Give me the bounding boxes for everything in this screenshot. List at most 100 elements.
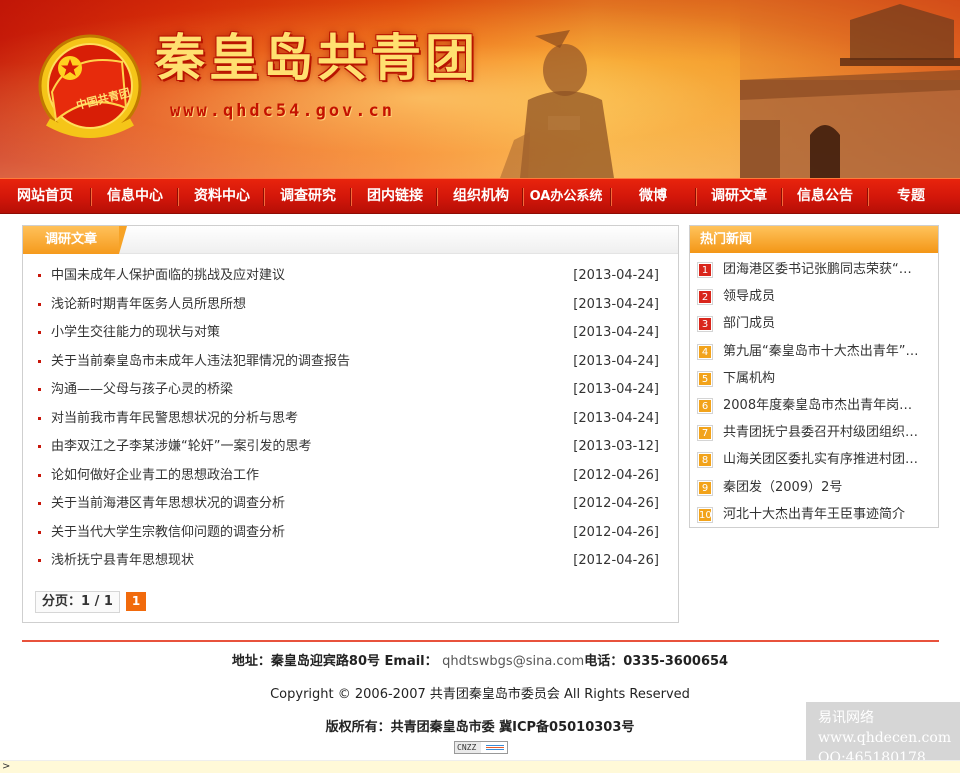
nav-separator bbox=[263, 188, 265, 206]
article-date: [2013-04-24] bbox=[573, 296, 659, 312]
status-bar: > bbox=[0, 760, 960, 773]
pagination-value: 1 / 1 bbox=[81, 594, 113, 609]
article-date: [2012-04-26] bbox=[573, 467, 659, 483]
article-title-link[interactable]: 关于当代大学生宗教信仰问题的调查分析 bbox=[51, 519, 285, 548]
cnzz-counter-badge[interactable]: CNZZ bbox=[454, 741, 508, 754]
article-list-item[interactable]: 关于当代大学生宗教信仰问题的调查分析 [2012-04-26] bbox=[23, 519, 678, 548]
hot-news-link[interactable]: 山海关团区委扎实有序推进村团组织 bbox=[723, 446, 923, 473]
hot-news-item[interactable]: 7 共青团抚宁县委召开村级团组织建设 bbox=[690, 419, 938, 446]
article-date: [2013-04-24] bbox=[573, 410, 659, 426]
rank-badge: 10 bbox=[697, 506, 713, 523]
hot-news-link[interactable]: 共青团抚宁县委召开村级团组织建设 bbox=[723, 419, 923, 446]
rank-badge: 6 bbox=[697, 397, 713, 414]
article-list-item[interactable]: 关于当前海港区青年思想状况的调查分析 [2012-04-26] bbox=[23, 490, 678, 519]
article-list-item[interactable]: 由李双江之子李某涉嫌“轮奸”一案引发的思考 [2013-03-12] bbox=[23, 433, 678, 462]
nav-item-survey-research[interactable]: 调查研究 bbox=[266, 179, 350, 214]
article-list-item[interactable]: 小学生交往能力的现状与对策 [2013-04-24] bbox=[23, 319, 678, 348]
nav-item-resources[interactable]: 资料中心 bbox=[180, 179, 264, 214]
article-title-link[interactable]: 由李双江之子李某涉嫌“轮奸”一案引发的思考 bbox=[51, 433, 311, 462]
article-date: [2013-04-24] bbox=[573, 353, 659, 369]
article-list-item[interactable]: 中国未成年人保护面临的挑战及应对建议 [2013-04-24] bbox=[23, 262, 678, 291]
statue-image bbox=[500, 30, 614, 178]
hot-news-item[interactable]: 3 部门成员 bbox=[690, 310, 938, 337]
nav-separator bbox=[781, 188, 783, 206]
article-date: [2013-04-24] bbox=[573, 382, 659, 397]
bullet-icon bbox=[38, 331, 41, 334]
article-date: [2012-04-26] bbox=[573, 524, 659, 540]
cnzz-badge-text: CNZZ bbox=[457, 743, 477, 752]
article-title-link[interactable]: 论如何做好企业青工的思想政治工作 bbox=[51, 462, 259, 491]
hot-news-link[interactable]: 河北十大杰出青年王臣事迹简介 bbox=[723, 501, 923, 528]
nav-item-announcements[interactable]: 信息公告 bbox=[784, 179, 866, 214]
article-title-link[interactable]: 关于当前秦皇岛市未成年人违法犯罪情况的调查报告 bbox=[51, 348, 350, 377]
bullet-icon bbox=[38, 274, 41, 277]
youth-league-emblem-icon: 中国共青团 bbox=[38, 34, 142, 138]
nav-item-home[interactable]: 网站首页 bbox=[4, 179, 86, 214]
nav-item-league-links[interactable]: 团内链接 bbox=[353, 179, 437, 214]
article-list-item[interactable]: 浅论新时期青年医务人员所思所想 [2013-04-24] bbox=[23, 291, 678, 320]
article-list-item[interactable]: 浅析抚宁县青年思想现状 [2012-04-26] bbox=[23, 547, 678, 576]
article-date: [2012-04-26] bbox=[573, 553, 659, 568]
hot-news-item[interactable]: 5 下属机构 bbox=[690, 365, 938, 392]
article-title-link[interactable]: 浅析抚宁县青年思想现状 bbox=[51, 547, 194, 576]
hot-news-item[interactable]: 8 山海关团区委扎实有序推进村团组织 bbox=[690, 446, 938, 473]
article-list-item[interactable]: 对当前我市青年民警思想状况的分析与思考 [2013-04-24] bbox=[23, 405, 678, 434]
hot-news-link[interactable]: 团海港区委书记张鹏同志荣获“全国优秀共青团干部”称号 bbox=[723, 256, 923, 283]
hot-news-panel: 热门新闻 1 团海港区委书记张鹏同志荣获“全国优秀共青团干部”称号 2 领导成员 3 部门… bbox=[689, 225, 939, 528]
watermark: 易讯网络 www.qhdecen.com QQ:465180178 bbox=[806, 702, 960, 767]
nav-item-weibo[interactable]: 微博 bbox=[612, 179, 694, 214]
hot-news-link[interactable]: 秦团发（2009）2号 bbox=[723, 474, 923, 501]
page-number-button[interactable]: 1 bbox=[126, 592, 146, 611]
article-list-panel: 调研文章 中国未成年人保护面临的挑战及应对建议 [2013-04-24] 浅论新时期… bbox=[22, 225, 679, 623]
panel-header: 调研文章 bbox=[23, 226, 678, 254]
article-date: [2012-04-26] bbox=[573, 496, 659, 511]
bullet-icon bbox=[38, 502, 41, 505]
article-title-link[interactable]: 中国未成年人保护面临的挑战及应对建议 bbox=[51, 262, 285, 291]
nav-separator bbox=[90, 188, 92, 206]
site-title: 秦皇岛共青团 bbox=[155, 28, 479, 87]
article-list-item[interactable]: 关于当前秦皇岛市未成年人违法犯罪情况的调查报告 [2013-04-24] bbox=[23, 348, 678, 377]
footer-email[interactable]: qhdtswbgs@sina.com bbox=[442, 654, 584, 669]
hot-news-list: 1 团海港区委书记张鹏同志荣获“全国优秀共青团干部”称号 2 领导成员 3 部门成员 4 第九… bbox=[690, 256, 938, 528]
nav-item-info-center[interactable]: 信息中心 bbox=[93, 179, 177, 214]
watermark-line-2: www.qhdecen.com bbox=[818, 730, 952, 746]
bullet-icon bbox=[38, 302, 41, 306]
hot-news-link[interactable]: 2008年度秦皇岛市杰出青年岗位能手 bbox=[723, 392, 923, 419]
footer-divider bbox=[22, 640, 939, 642]
nav-separator bbox=[695, 188, 697, 206]
hot-news-link[interactable]: 下属机构 bbox=[723, 365, 923, 392]
hot-news-item[interactable]: 1 团海港区委书记张鹏同志荣获“全国优秀共青团干部”称号 bbox=[690, 256, 938, 283]
bullet-icon bbox=[38, 559, 41, 562]
bullet-icon bbox=[38, 445, 41, 448]
hot-news-item[interactable]: 10 河北十大杰出青年王臣事迹简介 bbox=[690, 501, 938, 528]
article-list-item[interactable]: 沟通——父母与孩子心灵的桥梁 [2013-04-24] bbox=[23, 376, 678, 405]
bullet-icon bbox=[38, 388, 41, 391]
article-date: [2013-04-24] bbox=[573, 325, 659, 340]
great-wall-image bbox=[740, 0, 960, 178]
article-title-link[interactable]: 小学生交往能力的现状与对策 bbox=[51, 319, 220, 348]
article-title-link[interactable]: 关于当前海港区青年思想状况的调查分析 bbox=[51, 490, 285, 519]
nav-item-special-topics[interactable]: 专题 bbox=[870, 179, 952, 214]
hot-news-link[interactable]: 部门成员 bbox=[723, 310, 923, 337]
nav-item-oa-system[interactable]: OA办公系统 bbox=[522, 179, 610, 214]
article-list: 中国未成年人保护面临的挑战及应对建议 [2013-04-24] 浅论新时期青年医务人… bbox=[23, 262, 678, 576]
footer-copyright: Copyright © 2006-2007 共青团秦皇岛市委员会 All Rig… bbox=[270, 687, 690, 702]
article-title-link[interactable]: 浅论新时期青年医务人员所思所想 bbox=[51, 291, 246, 320]
hot-news-item[interactable]: 2 领导成员 bbox=[690, 283, 938, 310]
article-date: [2013-04-24] bbox=[573, 268, 659, 283]
hot-news-item[interactable]: 6 2008年度秦皇岛市杰出青年岗位能手 bbox=[690, 392, 938, 419]
article-title-link[interactable]: 对当前我市青年民警思想状况的分析与思考 bbox=[51, 405, 298, 434]
article-title-link[interactable]: 沟通——父母与孩子心灵的桥梁 bbox=[51, 376, 233, 405]
pagination-info: 分页：1 / 1 bbox=[35, 591, 120, 613]
rank-badge: 4 bbox=[697, 343, 713, 360]
nav-separator bbox=[177, 188, 179, 206]
hot-news-link[interactable]: 第九届“秦皇岛市十大杰出青年”评选 bbox=[723, 338, 923, 365]
bullet-icon bbox=[38, 359, 41, 363]
hot-news-item[interactable]: 9 秦团发（2009）2号 bbox=[690, 474, 938, 501]
nav-item-organization[interactable]: 组织机构 bbox=[439, 179, 523, 214]
hot-news-link[interactable]: 领导成员 bbox=[723, 283, 923, 310]
hot-news-item[interactable]: 4 第九届“秦皇岛市十大杰出青年”评选 bbox=[690, 338, 938, 365]
article-list-item[interactable]: 论如何做好企业青工的思想政治工作 [2012-04-26] bbox=[23, 462, 678, 491]
nav-item-research-articles[interactable]: 调研文章 bbox=[698, 179, 780, 214]
watermark-line-1: 易讯网络 bbox=[818, 710, 874, 726]
